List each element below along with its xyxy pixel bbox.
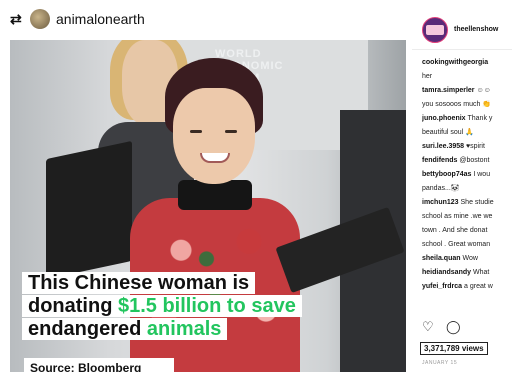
woman-eye-right <box>225 130 237 133</box>
account-username[interactable]: theellenshow <box>454 26 498 33</box>
comment: yufei_frdrca a great w <box>422 282 512 291</box>
comment: school as mine .we we <box>422 212 512 221</box>
caption-line: This Chinese woman is <box>22 272 302 295</box>
post-date: JANUARY 15 <box>422 360 458 366</box>
post-header: ⇄ animalonearth <box>0 0 412 38</box>
comment-text: @bostont <box>459 157 490 164</box>
comment: beautiful soul 🙏 <box>422 128 512 137</box>
comment-text: Wow <box>462 255 478 262</box>
source-label: Source: Bloomberg <box>24 358 174 372</box>
comment-username[interactable]: tamra.simperler <box>422 87 476 94</box>
comment-username[interactable]: bettyboop74as <box>422 171 473 178</box>
comment: fendifends @bostont <box>422 156 512 165</box>
comment-text: ♥spirit <box>465 143 485 150</box>
comment-username[interactable]: sheila.quan <box>422 255 462 262</box>
comment-icon[interactable]: ◯ <box>446 320 461 334</box>
comment: her <box>422 72 512 81</box>
comment-username[interactable]: juno.phoenix <box>422 115 468 122</box>
avatar[interactable] <box>30 9 50 29</box>
caption-line-box: endangered animals <box>22 318 228 340</box>
comment: cookingwithgeorgia <box>422 58 512 67</box>
caption-overlay: This Chinese woman is donating $1.5 billi… <box>22 272 302 341</box>
comment-text: pandas...🐼 <box>422 185 460 192</box>
comment: pandas...🐼 <box>422 184 512 193</box>
action-bar: ♡ ◯ <box>422 320 461 334</box>
woman-eye-left <box>190 130 202 133</box>
woman-collar <box>178 180 252 210</box>
caption-text: donating <box>28 295 118 317</box>
comment: heidiandsandy What <box>422 268 512 277</box>
comment-username[interactable]: imchun123 <box>422 199 461 206</box>
view-count: 3,371,789 views <box>420 342 488 355</box>
caption-text: endangered <box>28 318 147 340</box>
sidebar-header: theellenshow <box>412 10 512 50</box>
comment-text: I wou <box>473 171 491 178</box>
comment: suri.lee.3958 ♥spirit <box>422 142 512 151</box>
comment-text: her <box>422 73 433 80</box>
instagram-repost-screenshot: ⇄ animalonearth WORLDECONOMICFORUM This … <box>0 0 512 384</box>
caption-text: $1.5 billion to save <box>117 295 296 317</box>
comments-sidebar: theellenshow cookingwithgeorgia her tamra… <box>412 0 512 384</box>
comment-list: cookingwithgeorgia her tamra.simperler ☺☺… <box>422 58 512 296</box>
comment: tamra.simperler ☺☺ <box>422 86 512 95</box>
comment-username[interactable]: yufei_frdrca <box>422 283 464 290</box>
comment-text: a great w <box>464 283 493 290</box>
comment: school . Great woman <box>422 240 512 249</box>
comment-username[interactable]: cookingwithgeorgia <box>422 59 488 66</box>
heart-icon[interactable]: ♡ <box>422 320 436 334</box>
post-image: WORLDECONOMICFORUM This Chinese woman is… <box>10 40 406 372</box>
comment-username[interactable]: suri.lee.3958 <box>422 143 466 150</box>
comment-text: school . Great woman <box>422 241 491 248</box>
comment-text: Thank y <box>467 115 493 122</box>
certificate-folder-left <box>46 140 132 280</box>
repost-icon[interactable]: ⇄ <box>10 12 24 26</box>
avatar-logo-icon <box>426 24 444 35</box>
comment-username[interactable]: heidiandsandy <box>422 269 473 276</box>
woman-face <box>173 88 255 184</box>
caption-line: endangered animals <box>22 318 302 341</box>
caption-line-box: This Chinese woman is <box>22 272 256 294</box>
account-avatar[interactable] <box>422 16 448 43</box>
comment-text: you sosooos much 👏 <box>422 101 492 108</box>
comment: you sosooos much 👏 <box>422 100 512 109</box>
caption-line-box: donating $1.5 billion to save <box>22 295 302 317</box>
comment-text: She studie <box>460 199 494 206</box>
comment-text: ☺☺ <box>476 87 491 94</box>
comment: bettyboop74as I wou <box>422 170 512 179</box>
comment-username[interactable]: fendifends <box>422 157 459 164</box>
caption-line: donating $1.5 billion to save <box>22 295 302 318</box>
post-username[interactable]: animalonearth <box>56 11 145 27</box>
comment-text: beautiful soul 🙏 <box>422 129 474 136</box>
comment: town . And she donat <box>422 226 512 235</box>
comment: sheila.quan Wow <box>422 254 512 263</box>
comment-text: school as mine .we we <box>422 213 493 220</box>
comment: imchun123 She studie <box>422 198 512 207</box>
comment: juno.phoenix Thank y <box>422 114 512 123</box>
comment-text: town . And she donat <box>422 227 488 234</box>
caption-text: animals <box>146 318 222 340</box>
caption-text: This Chinese woman is <box>28 272 250 294</box>
comment-text: What <box>472 269 490 276</box>
